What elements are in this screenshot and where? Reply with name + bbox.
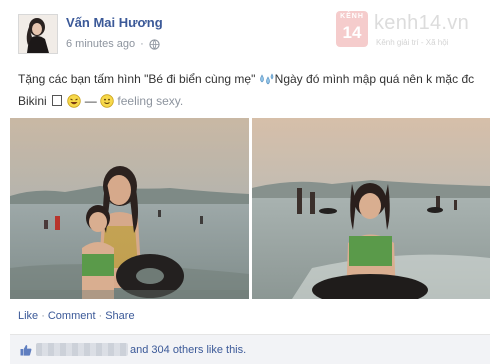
kenh14-logo: KÊNH 14 — [336, 11, 368, 47]
sweat-drops-icon — [259, 73, 273, 85]
post-meta: 6 minutes ago · — [66, 38, 160, 50]
like-link[interactable]: Like — [18, 310, 38, 322]
kenh14-watermark: KÊNH 14 kenh14.vn Kênh giải trí - Xã hội — [336, 11, 496, 53]
thumbs-up-icon — [20, 345, 32, 356]
laughing-emoji-icon — [67, 94, 82, 108]
watermark-tagline: Kênh giải trí - Xã hội — [376, 38, 449, 47]
author-name[interactable]: Vấn Mai Hương — [66, 15, 163, 30]
action-separator: · — [41, 310, 45, 322]
facebook-post: Vấn Mai Hương 6 minutes ago · KÊNH 14 ke… — [0, 0, 500, 364]
post-actions: Like · Comment · Share — [18, 310, 135, 322]
post-timestamp[interactable]: 6 minutes ago — [66, 38, 135, 50]
beach-photo-girl — [252, 118, 490, 299]
avatar-photo — [19, 15, 57, 53]
feeling-prefix: — — [84, 94, 101, 108]
action-separator: · — [98, 310, 103, 322]
likes-count-text[interactable]: and 304 others like this. — [130, 344, 246, 356]
feeling-text[interactable]: feeling sexy. — [117, 94, 183, 108]
author-avatar[interactable] — [18, 14, 58, 54]
watermark-badge-number: 14 — [342, 23, 362, 42]
beach-photo-mother-daughter — [10, 118, 249, 299]
status-text-part1: Tặng các bạn tấm hình "Bé đi biển cùng m… — [18, 72, 256, 86]
status-text: Tặng các bạn tấm hình "Bé đi biển cùng m… — [18, 68, 478, 112]
post-photo-2[interactable] — [252, 118, 490, 299]
comment-link[interactable]: Comment — [48, 310, 96, 322]
share-link[interactable]: Share — [105, 310, 134, 322]
smiley-icon — [100, 94, 114, 108]
separator-dot: · — [140, 38, 144, 50]
likes-bar: and 304 others like this. — [10, 334, 490, 364]
post-photo-1[interactable] — [10, 118, 249, 299]
blurred-names — [36, 343, 128, 356]
watermark-site: kenh14.vn — [374, 12, 469, 34]
globe-icon[interactable] — [149, 38, 160, 50]
unrendered-glyph-box — [52, 95, 63, 106]
watermark-badge-top: KÊNH — [340, 13, 364, 20]
